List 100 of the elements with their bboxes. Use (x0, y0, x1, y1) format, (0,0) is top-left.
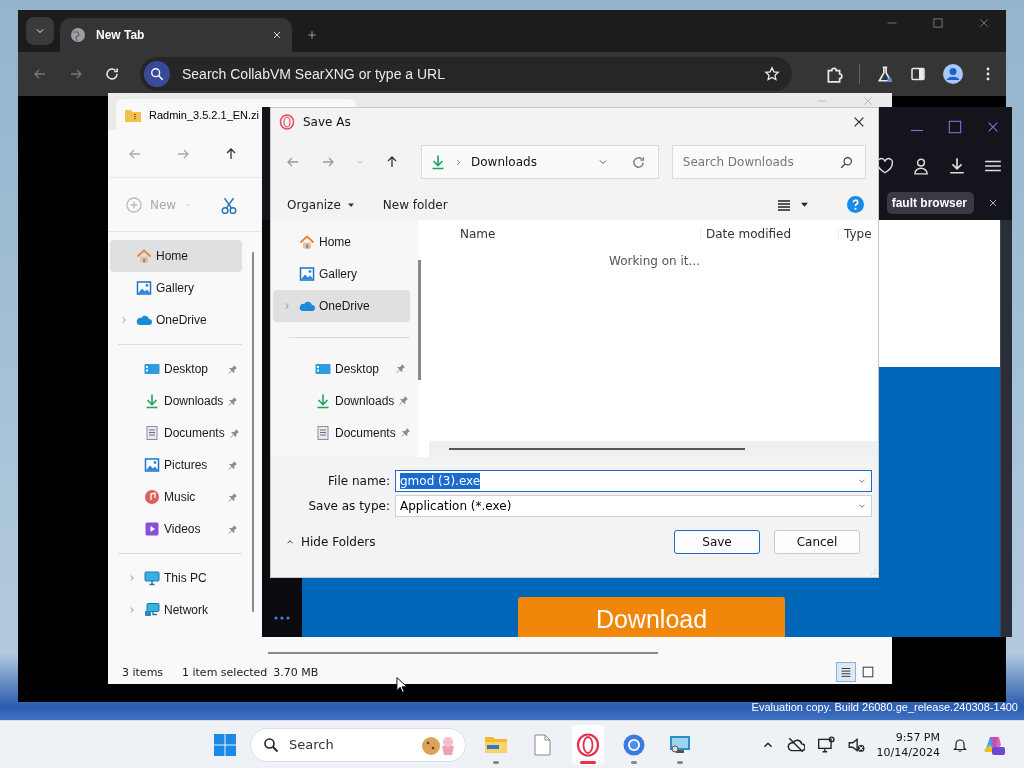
heart-icon[interactable] (876, 157, 894, 175)
caret-icon[interactable] (800, 200, 809, 210)
nav-item[interactable]: Gallery (110, 272, 242, 304)
default-browser-button[interactable]: fault browser (886, 191, 974, 214)
maximize-icon[interactable] (932, 17, 944, 29)
scrollbar[interactable] (268, 651, 658, 654)
document-icon (315, 425, 331, 441)
desktop-icon (144, 361, 160, 377)
start-icon[interactable] (214, 733, 236, 756)
pin-icon (227, 459, 238, 471)
nav-item[interactable]: Home (273, 226, 410, 258)
pin-icon (227, 491, 238, 503)
selection-status: 1 item selected (182, 665, 268, 679)
nav-item[interactable]: This PC (118, 562, 242, 594)
scrollbar[interactable] (418, 260, 421, 380)
breadcrumb[interactable]: Downloads (471, 155, 537, 170)
search-input[interactable]: Search (287, 736, 413, 753)
plus-circle-icon (126, 196, 142, 213)
home-icon (299, 234, 315, 250)
download-icon (430, 154, 446, 171)
search-field[interactable]: Search Downloads (671, 145, 866, 180)
bell-icon[interactable] (952, 736, 968, 753)
puzzle-icon[interactable] (825, 65, 843, 83)
new-tab-icon[interactable] (306, 29, 318, 41)
nav-item[interactable]: Music (118, 481, 242, 513)
search-field[interactable]: Search (250, 727, 466, 762)
browser-icon (622, 732, 646, 757)
pin-icon (228, 427, 240, 439)
pin-icon (227, 523, 238, 535)
desktop-icon (315, 361, 331, 377)
picture-icon (144, 457, 160, 473)
list-icon (839, 665, 853, 679)
monitor-icon (144, 570, 160, 586)
column-header[interactable]: Type (838, 227, 872, 241)
nav-item[interactable]: Desktop (118, 353, 242, 385)
person-icon[interactable] (912, 157, 930, 175)
save-button[interactable]: Save (674, 530, 760, 554)
search-input[interactable]: Search Downloads (680, 154, 840, 171)
network-icon (144, 602, 160, 618)
nav-item[interactable]: OneDrive (273, 290, 410, 322)
o-ring-icon (279, 113, 295, 130)
scrollbar[interactable] (449, 448, 745, 450)
video-icon (144, 521, 160, 537)
search-icon (263, 736, 279, 753)
network-icon[interactable] (816, 735, 835, 754)
refresh-icon[interactable] (630, 154, 646, 170)
profile-icon[interactable] (942, 63, 964, 85)
new-folder-button[interactable]: New folder (376, 194, 454, 215)
details-view-button[interactable] (836, 662, 856, 682)
download-icon[interactable] (948, 157, 966, 175)
reload-icon[interactable] (104, 66, 120, 82)
home-icon (136, 248, 152, 264)
chevron-icon (454, 157, 463, 167)
pin-icon (227, 363, 238, 375)
browser-tab[interactable]: New Tab (60, 18, 292, 52)
help-icon[interactable] (847, 196, 864, 214)
side-panel-icon[interactable] (910, 66, 926, 82)
more-icon[interactable] (274, 615, 290, 621)
search-icon (840, 155, 853, 169)
hide-folders-button[interactable]: Hide Folders (279, 534, 382, 550)
column-header[interactable]: Date modified (700, 227, 838, 241)
scrollbar[interactable] (1000, 220, 1012, 637)
nav-item[interactable]: Videos (118, 513, 242, 545)
music-note-icon (144, 489, 160, 505)
pin-icon (398, 395, 410, 407)
clock[interactable]: 9:57 PM 10/14/2024 (876, 729, 940, 760)
nav-item[interactable]: Gallery (273, 258, 410, 290)
square-icon (861, 665, 875, 679)
search-icon (144, 61, 170, 87)
nav-item[interactable]: Documents (289, 417, 410, 449)
document-icon (144, 425, 160, 441)
cancel-button[interactable]: Cancel (774, 530, 860, 554)
nav-item[interactable]: Home (110, 240, 242, 272)
address-bar[interactable]: Search CollabVM SearXNG or type a URL (140, 57, 792, 91)
nav-item[interactable]: Downloads (289, 385, 410, 417)
nav-item[interactable]: Pictures (118, 449, 242, 481)
maximize-icon[interactable] (948, 120, 962, 134)
nav-item[interactable]: OneDrive (110, 304, 242, 336)
flask-icon[interactable] (876, 65, 894, 83)
organize-menu[interactable]: Organize (281, 194, 361, 215)
cloud-off-icon[interactable] (786, 735, 805, 754)
bookmark-star-icon[interactable] (764, 66, 780, 82)
download-icon (315, 393, 331, 409)
nav-item[interactable]: Documents (118, 417, 242, 449)
file-type-dropdown[interactable]: Application (*.exe) (395, 495, 872, 518)
nav-item[interactable]: Desktop (289, 353, 410, 385)
picture-icon (299, 266, 315, 282)
field-label: File name: (327, 474, 390, 489)
nav-item[interactable]: Downloads (118, 385, 242, 417)
scissors-icon[interactable] (220, 195, 239, 214)
column-header[interactable]: Name (460, 227, 700, 241)
dialog-title: Save As (303, 114, 351, 129)
speaker-muted-icon[interactable] (846, 735, 865, 754)
selection-size: 3.70 MB (273, 665, 319, 679)
o-ring-icon (576, 732, 600, 757)
close-icon[interactable] (988, 197, 998, 208)
taskbar-button[interactable] (572, 724, 604, 765)
file-name-field[interactable]: gmod (3).exe (395, 470, 872, 493)
nav-item[interactable]: Network (118, 594, 242, 626)
scrollbar[interactable] (252, 252, 254, 612)
